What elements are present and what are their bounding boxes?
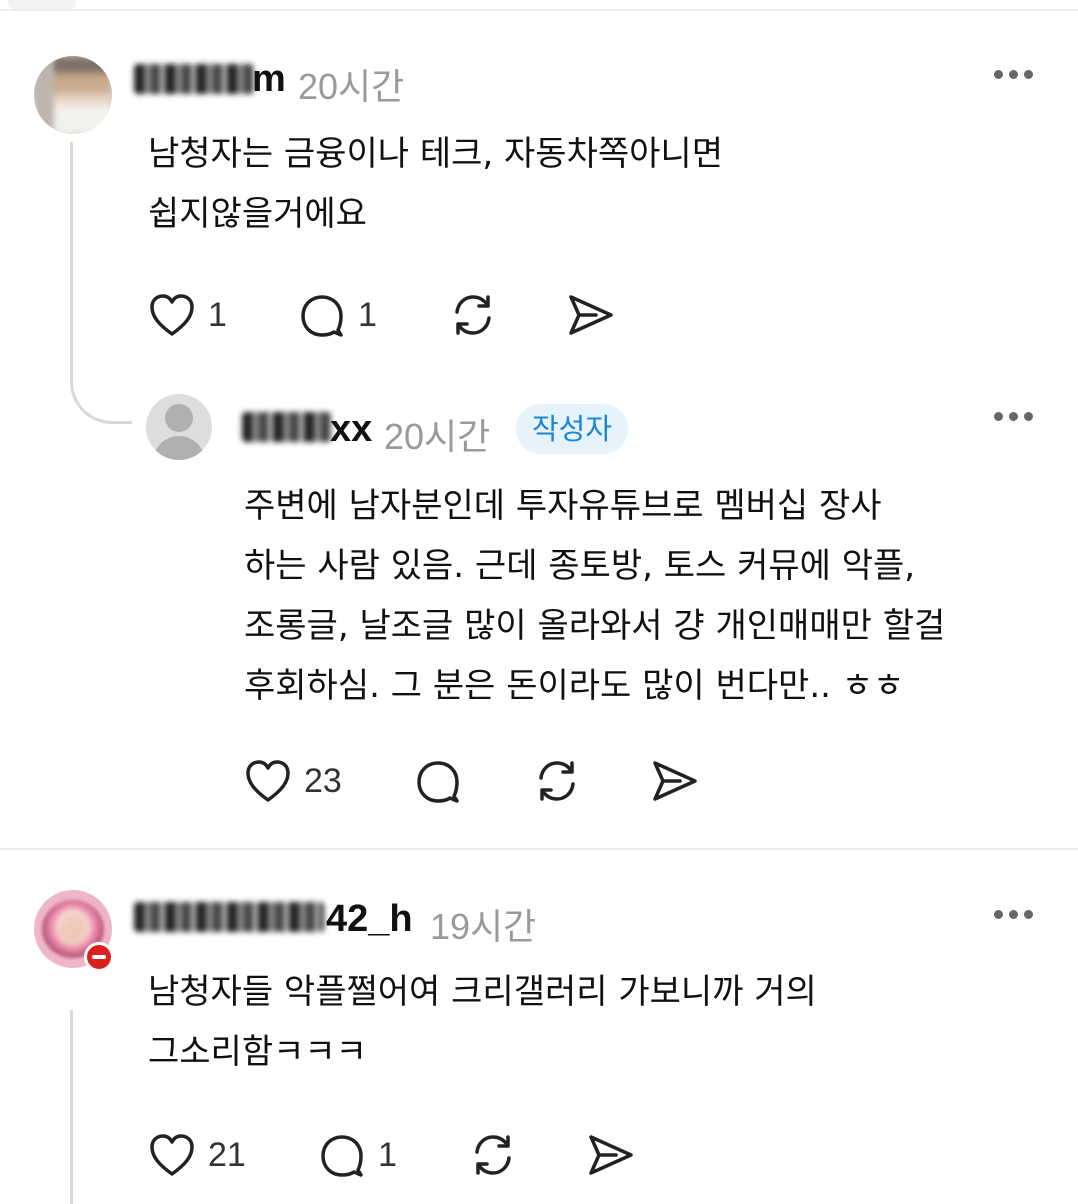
username[interactable]: 42_h <box>326 898 413 941</box>
reply-button[interactable]: 1 <box>298 292 377 338</box>
comment-bubble-icon <box>301 295 343 337</box>
like-count: 21 <box>208 1135 246 1174</box>
section-divider <box>0 848 1078 850</box>
thread-connector-line <box>70 142 132 424</box>
comment-line: 하는 사람 있음. 근데 종토방, 토스 커뮤에 악플, <box>244 546 916 586</box>
avatar[interactable] <box>146 394 212 460</box>
thread-connector-line <box>70 1010 73 1204</box>
comment-line: 주변에 남자분인데 투자유튜브로 멤버십 장사 <box>244 486 882 526</box>
author-badge: 작성자 <box>516 404 629 454</box>
like-button[interactable]: 1 <box>148 292 227 338</box>
thread-replies-page: m 20시간 남청자는 금융이나 테크, 자동차쪽아니면 쉽지않을거에요 1 1… <box>0 0 1078 1204</box>
timestamp[interactable]: 20시간 <box>298 58 404 110</box>
username[interactable]: xx <box>330 408 372 451</box>
comment-line: 그소리함ㅋㅋㅋ <box>148 1032 367 1072</box>
comment-body: 남청자들 악플쩔어여 크리갤러리 가보니까 거의 그소리함ㅋㅋㅋ <box>148 962 817 1082</box>
more-horizontal-icon[interactable] <box>994 412 1034 422</box>
reply-count: 1 <box>358 295 377 334</box>
comment-bubble-icon <box>321 1135 363 1177</box>
repost-button[interactable] <box>448 292 498 338</box>
comment-body: 주변에 남자분인데 투자유튜브로 멤버십 장사 하는 사람 있음. 근데 종토방… <box>244 476 945 716</box>
more-horizontal-icon[interactable] <box>994 910 1034 920</box>
username-redacted[interactable] <box>134 902 324 932</box>
timestamp[interactable]: 20시간 <box>384 408 490 460</box>
comment-line: 후회하심. 그 분은 돈이라도 많이 번다만.. ㅎㅎ <box>244 666 905 706</box>
send-icon <box>569 295 613 335</box>
like-count: 1 <box>208 295 227 334</box>
share-button[interactable] <box>650 758 700 804</box>
username[interactable]: m <box>252 58 286 101</box>
username-redacted[interactable] <box>134 64 254 94</box>
heart-icon <box>150 1134 194 1176</box>
like-button[interactable]: 23 <box>244 758 342 804</box>
like-button[interactable]: 21 <box>148 1132 246 1178</box>
username-redacted[interactable] <box>242 412 332 442</box>
comment-line: 조롱글, 날조글 많이 올라와서 걍 개인매매만 할걸 <box>244 606 946 646</box>
repost-icon <box>475 1135 511 1175</box>
status-badge <box>84 942 114 972</box>
repost-icon <box>455 295 491 335</box>
like-count: 23 <box>304 761 342 800</box>
comment-line: 남청자는 금융이나 테크, 자동차쪽아니면 <box>148 134 723 174</box>
timestamp[interactable]: 19시간 <box>430 898 536 950</box>
comment-body: 남청자는 금융이나 테크, 자동차쪽아니면 쉽지않을거에요 <box>148 124 723 244</box>
heart-icon <box>246 760 290 802</box>
more-horizontal-icon[interactable] <box>994 70 1034 80</box>
heart-icon <box>150 294 194 336</box>
send-icon <box>589 1135 633 1175</box>
reply-button[interactable] <box>414 758 462 804</box>
reply-count: 1 <box>378 1135 397 1174</box>
reply-button[interactable]: 1 <box>318 1132 397 1178</box>
share-button[interactable] <box>566 292 616 338</box>
top-divider <box>0 9 1078 11</box>
comment-line: 쉽지않을거에요 <box>148 194 367 234</box>
share-button[interactable] <box>586 1132 636 1178</box>
comment-bubble-icon <box>417 761 459 803</box>
repost-button[interactable] <box>532 758 582 804</box>
send-icon <box>653 761 697 801</box>
avatar[interactable] <box>34 56 112 134</box>
top-handle <box>8 0 76 9</box>
repost-button[interactable] <box>468 1132 518 1178</box>
repost-icon <box>539 761 575 801</box>
comment-line: 남청자들 악플쩔어여 크리갤러리 가보니까 거의 <box>148 972 817 1012</box>
